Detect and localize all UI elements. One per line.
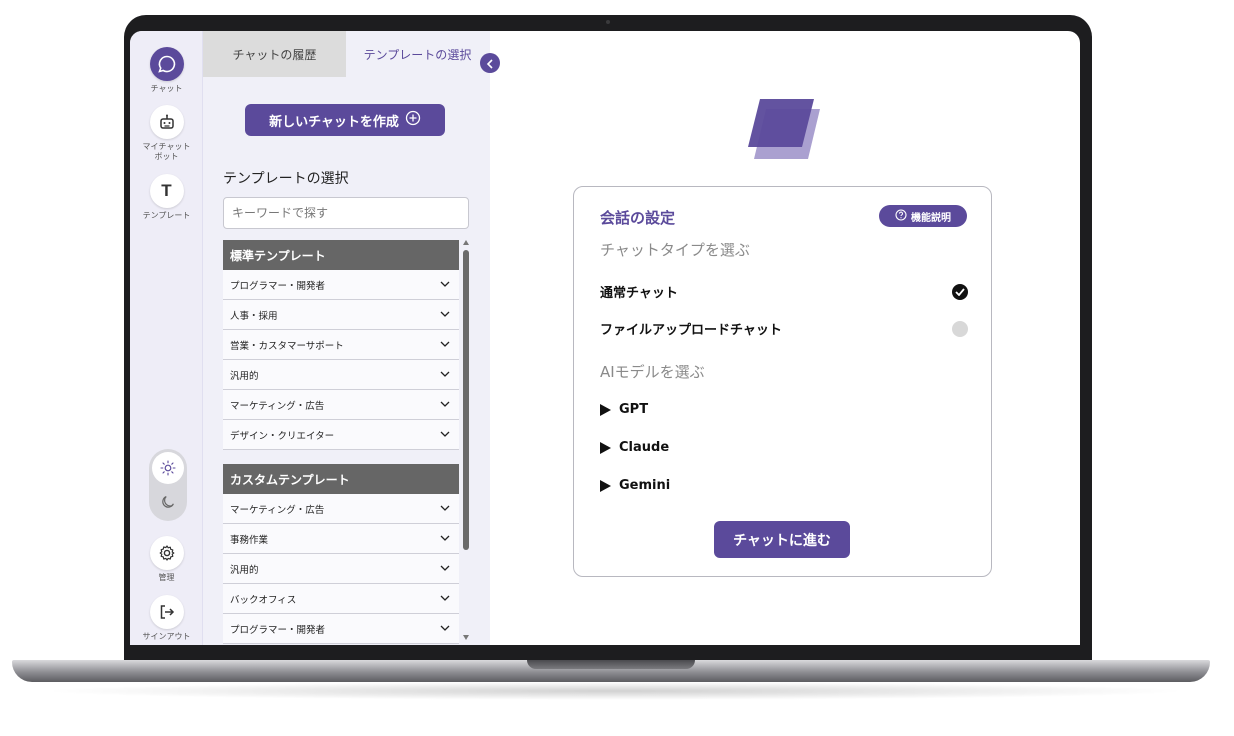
option-label: ファイルアップロードチャット bbox=[600, 323, 782, 338]
icon-rail: チャット マイチャット ボット T テンプレート 管理 サインアウト bbox=[130, 31, 203, 645]
chat-type-option-file-upload[interactable]: ファイルアップロードチャット bbox=[600, 319, 968, 338]
chevron-left-icon bbox=[486, 54, 494, 73]
chevron-down-icon bbox=[440, 279, 450, 290]
new-chat-button[interactable]: 新しいチャットを作成 bbox=[245, 104, 445, 136]
check-unselected-icon[interactable] bbox=[952, 320, 968, 337]
scroll-up-arrow-icon[interactable] bbox=[463, 240, 469, 245]
proceed-to-chat-button[interactable]: チャットに進む bbox=[714, 521, 850, 558]
tab-template-select[interactable]: テンプレートの選択 bbox=[346, 31, 489, 77]
rail-item-template[interactable]: T テンプレート bbox=[130, 174, 203, 221]
list-item[interactable]: 汎用的 bbox=[223, 360, 459, 390]
list-item[interactable]: バックオフィス bbox=[223, 584, 459, 614]
chevron-down-icon bbox=[440, 339, 450, 350]
model-label: Gemini bbox=[619, 478, 671, 493]
list-item[interactable]: デザイン・クリエイター bbox=[223, 420, 459, 450]
chat-type-heading: チャットタイプを選ぶ bbox=[600, 241, 750, 259]
chevron-down-icon bbox=[440, 593, 450, 604]
list-item[interactable]: プログラマー・開発者 bbox=[223, 270, 459, 300]
sun-icon[interactable] bbox=[152, 452, 184, 484]
theme-toggle[interactable] bbox=[149, 449, 187, 521]
option-label: 通常チャット bbox=[600, 286, 678, 301]
list-item[interactable]: マーケティング・広告 bbox=[223, 494, 459, 524]
robot-icon bbox=[149, 105, 184, 139]
laptop-base bbox=[12, 660, 1210, 682]
list-item[interactable]: プログラマー・開発者 bbox=[223, 614, 459, 644]
group-header-custom: カスタムテンプレート bbox=[223, 464, 459, 494]
rail-item-chat[interactable]: チャット bbox=[130, 47, 203, 94]
chat-settings-card: 会話の設定 機能説明 チャットタイプを選ぶ 通常チャット ファイルアップロードチ… bbox=[573, 186, 992, 577]
chevron-down-icon bbox=[440, 503, 450, 514]
tab-chat-history[interactable]: チャットの履歴 bbox=[203, 31, 346, 77]
chevron-down-icon bbox=[440, 399, 450, 410]
search-input[interactable] bbox=[223, 197, 469, 229]
help-label: 機能説明 bbox=[911, 212, 951, 224]
app-logo bbox=[748, 97, 822, 163]
rail-label-chat: チャット bbox=[150, 84, 183, 93]
chat-type-option-normal[interactable]: 通常チャット bbox=[600, 282, 968, 301]
list-item[interactable]: 営業・カスタマーサポート bbox=[223, 330, 459, 360]
laptop-lid: チャット マイチャット ボット T テンプレート 管理 サインアウト チャットの… bbox=[124, 15, 1092, 665]
chevron-down-icon bbox=[440, 533, 450, 544]
list-item[interactable]: マーケティング・広告 bbox=[223, 390, 459, 420]
template-t-icon: T bbox=[149, 174, 184, 208]
model-group-gpt[interactable]: GPT bbox=[600, 402, 648, 417]
help-button[interactable]: 機能説明 bbox=[879, 205, 967, 227]
scroll-thumb[interactable] bbox=[463, 250, 469, 550]
model-label: Claude bbox=[619, 440, 670, 455]
chevron-down-icon bbox=[440, 623, 450, 634]
app-screen: チャット マイチャット ボット T テンプレート 管理 サインアウト チャットの… bbox=[130, 31, 1080, 645]
triangle-right-icon bbox=[600, 479, 611, 492]
laptop-notch bbox=[527, 660, 695, 669]
model-group-claude[interactable]: Claude bbox=[600, 440, 669, 455]
triangle-right-icon bbox=[600, 441, 611, 454]
camera bbox=[606, 20, 610, 24]
check-selected-icon[interactable] bbox=[952, 283, 968, 300]
list-item[interactable]: 人事・採用 bbox=[223, 300, 459, 330]
list-item[interactable]: 事務作業 bbox=[223, 524, 459, 554]
new-chat-label: 新しいチャットを作成 bbox=[269, 114, 399, 130]
group-header-standard: 標準テンプレート bbox=[223, 240, 459, 270]
chevron-down-icon bbox=[440, 309, 450, 320]
rail-label-mychatbot: マイチャット ボット bbox=[142, 142, 191, 161]
chevron-down-icon bbox=[440, 369, 450, 380]
collapse-panel-button[interactable] bbox=[480, 53, 500, 73]
model-label: GPT bbox=[619, 402, 649, 417]
template-letter: T bbox=[161, 181, 172, 200]
rail-label-template: テンプレート bbox=[142, 211, 191, 220]
template-list: 標準テンプレート プログラマー・開発者 人事・採用 営業・カスタマーサポート 汎… bbox=[223, 240, 459, 645]
signout-icon bbox=[149, 595, 184, 629]
moon-icon[interactable] bbox=[152, 486, 184, 518]
list-scrollbar[interactable] bbox=[462, 240, 470, 645]
model-group-gemini[interactable]: Gemini bbox=[600, 478, 670, 493]
settings-title: 会話の設定 bbox=[600, 209, 676, 227]
list-item[interactable]: 汎用的 bbox=[223, 554, 459, 584]
template-panel: チャットの履歴 テンプレートの選択 新しいチャットを作成 テンプレートの選択 標… bbox=[203, 31, 490, 645]
chevron-down-icon bbox=[440, 563, 450, 574]
rail-item-admin[interactable]: 管理 bbox=[130, 536, 203, 583]
gear-icon bbox=[149, 536, 184, 570]
chevron-down-icon bbox=[440, 429, 450, 440]
plus-circle-icon bbox=[405, 110, 421, 130]
laptop-shadow bbox=[40, 682, 1190, 700]
panel-tabs: チャットの履歴 テンプレートの選択 bbox=[203, 31, 490, 77]
triangle-right-icon bbox=[600, 403, 611, 416]
rail-item-signout[interactable]: サインアウト bbox=[130, 595, 203, 642]
rail-item-mychatbot[interactable]: マイチャット ボット bbox=[130, 105, 203, 162]
rail-label-admin: 管理 bbox=[158, 573, 175, 582]
panel-heading: テンプレートの選択 bbox=[223, 171, 349, 187]
question-circle-icon bbox=[895, 208, 907, 224]
scroll-down-arrow-icon[interactable] bbox=[463, 635, 469, 640]
chat-bubble-icon bbox=[149, 47, 184, 81]
rail-label-signout: サインアウト bbox=[142, 632, 191, 641]
model-heading: AIモデルを選ぶ bbox=[600, 363, 705, 381]
